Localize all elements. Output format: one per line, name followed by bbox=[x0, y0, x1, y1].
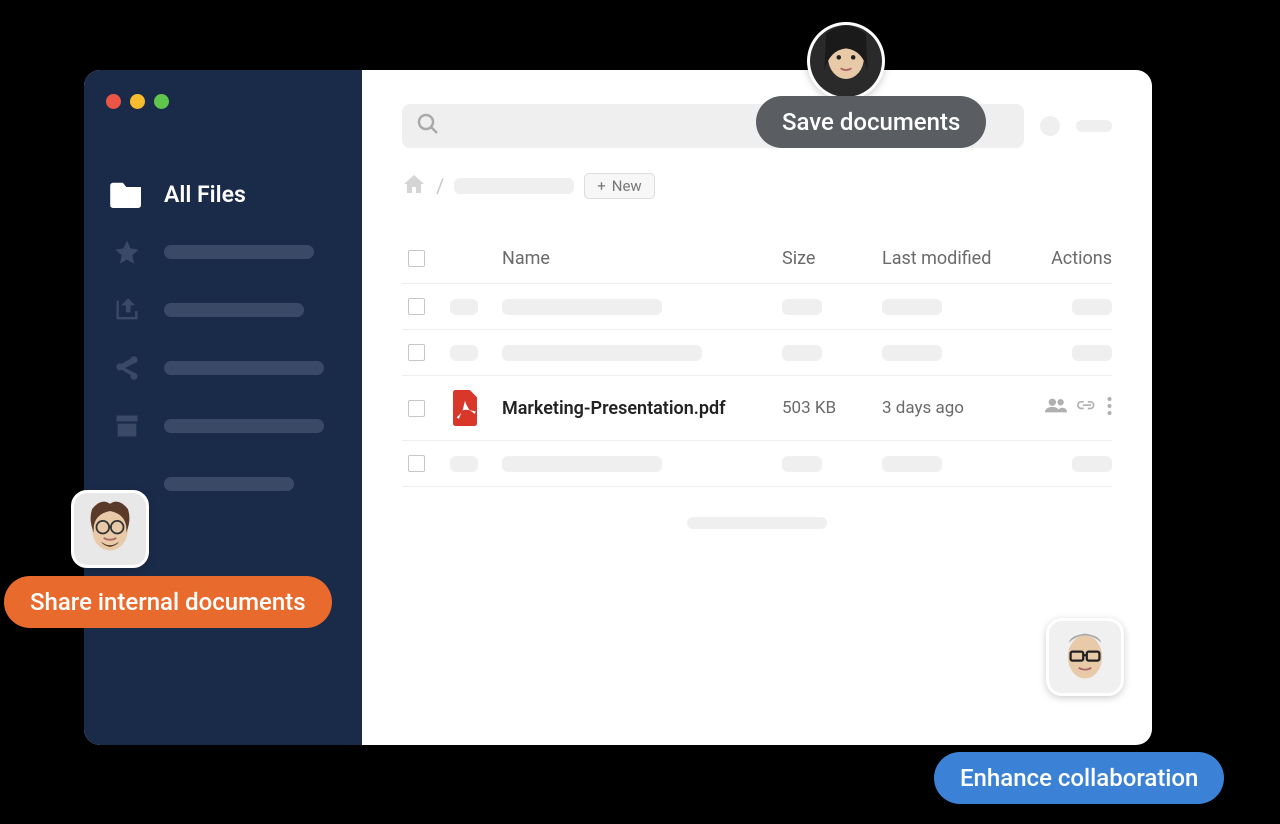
search-icon bbox=[416, 112, 440, 140]
placeholder bbox=[450, 456, 478, 472]
column-header-actions: Actions bbox=[1032, 248, 1112, 269]
share-icon bbox=[110, 353, 144, 383]
select-all-checkbox[interactable] bbox=[408, 250, 425, 267]
breadcrumb-separator: / bbox=[436, 174, 444, 198]
minimize-window-button[interactable] bbox=[130, 94, 145, 109]
placeholder bbox=[882, 345, 942, 361]
table-row[interactable] bbox=[402, 441, 1112, 487]
table-row[interactable] bbox=[402, 330, 1112, 376]
sidebar-item-shared[interactable] bbox=[84, 339, 362, 397]
row-checkbox[interactable] bbox=[408, 298, 425, 315]
main-content: / + New Name Size Last modified Actions bbox=[362, 70, 1152, 745]
placeholder bbox=[882, 456, 942, 472]
placeholder bbox=[782, 345, 822, 361]
placeholder bbox=[450, 345, 478, 361]
row-actions bbox=[1032, 397, 1112, 419]
file-name: Marketing-Presentation.pdf bbox=[502, 398, 782, 419]
column-header-size[interactable]: Size bbox=[782, 248, 882, 269]
row-checkbox[interactable] bbox=[408, 455, 425, 472]
column-header-modified[interactable]: Last modified bbox=[882, 248, 1032, 269]
avatar-top bbox=[807, 22, 885, 100]
placeholder bbox=[882, 299, 942, 315]
row-checkbox[interactable] bbox=[408, 400, 425, 417]
sidebar-item-label: All Files bbox=[164, 181, 246, 208]
sidebar-placeholder bbox=[164, 303, 304, 317]
sidebar-item-recent[interactable] bbox=[84, 281, 362, 339]
column-header-name[interactable]: Name bbox=[502, 248, 782, 269]
table-row-file[interactable]: Marketing-Presentation.pdf 503 KB 3 days… bbox=[402, 376, 1112, 441]
avatar-right bbox=[1046, 618, 1124, 696]
file-table: Name Size Last modified Actions bbox=[402, 234, 1112, 487]
file-modified: 3 days ago bbox=[882, 398, 1032, 418]
sidebar-item-all-files[interactable]: All Files bbox=[84, 165, 362, 223]
placeholder bbox=[1072, 456, 1112, 472]
callout-share-documents: Share internal documents bbox=[4, 576, 332, 628]
placeholder bbox=[782, 299, 822, 315]
sidebar-placeholder bbox=[164, 245, 314, 259]
user-avatar[interactable] bbox=[1040, 116, 1060, 136]
star-icon bbox=[110, 237, 144, 267]
sidebar-placeholder bbox=[164, 419, 324, 433]
sidebar: All Files bbox=[84, 70, 362, 745]
sidebar-placeholder bbox=[164, 477, 294, 491]
footer-placeholder bbox=[687, 517, 827, 529]
avatar-left bbox=[71, 490, 149, 568]
share-users-icon[interactable] bbox=[1045, 397, 1067, 419]
placeholder bbox=[502, 345, 702, 361]
export-icon bbox=[110, 295, 144, 325]
window-controls bbox=[84, 90, 362, 109]
placeholder bbox=[450, 299, 478, 315]
table-row[interactable] bbox=[402, 284, 1112, 330]
placeholder bbox=[782, 456, 822, 472]
app-window: All Files bbox=[84, 70, 1152, 745]
menu-button[interactable] bbox=[1076, 120, 1112, 132]
new-button[interactable]: + New bbox=[584, 173, 654, 199]
plus-icon: + bbox=[597, 177, 606, 195]
folder-icon bbox=[110, 179, 144, 209]
placeholder bbox=[1072, 299, 1112, 315]
more-icon[interactable] bbox=[1107, 397, 1112, 419]
sidebar-placeholder bbox=[164, 361, 324, 375]
close-window-button[interactable] bbox=[106, 94, 121, 109]
breadcrumb: / + New bbox=[402, 172, 1112, 200]
placeholder bbox=[502, 299, 662, 315]
pdf-icon bbox=[450, 390, 480, 426]
breadcrumb-placeholder bbox=[454, 178, 574, 194]
sidebar-item-archive[interactable] bbox=[84, 397, 362, 455]
callout-enhance-collaboration: Enhance collaboration bbox=[934, 752, 1224, 804]
callout-save-documents: Save documents bbox=[756, 96, 986, 148]
row-checkbox[interactable] bbox=[408, 344, 425, 361]
placeholder bbox=[1072, 345, 1112, 361]
archive-icon bbox=[110, 411, 144, 441]
maximize-window-button[interactable] bbox=[154, 94, 169, 109]
sidebar-item-favorites[interactable] bbox=[84, 223, 362, 281]
link-icon[interactable] bbox=[1077, 397, 1097, 419]
table-header: Name Size Last modified Actions bbox=[402, 234, 1112, 284]
placeholder bbox=[502, 456, 662, 472]
file-size: 503 KB bbox=[782, 398, 882, 418]
home-icon[interactable] bbox=[402, 172, 426, 200]
new-button-label: New bbox=[612, 177, 642, 195]
